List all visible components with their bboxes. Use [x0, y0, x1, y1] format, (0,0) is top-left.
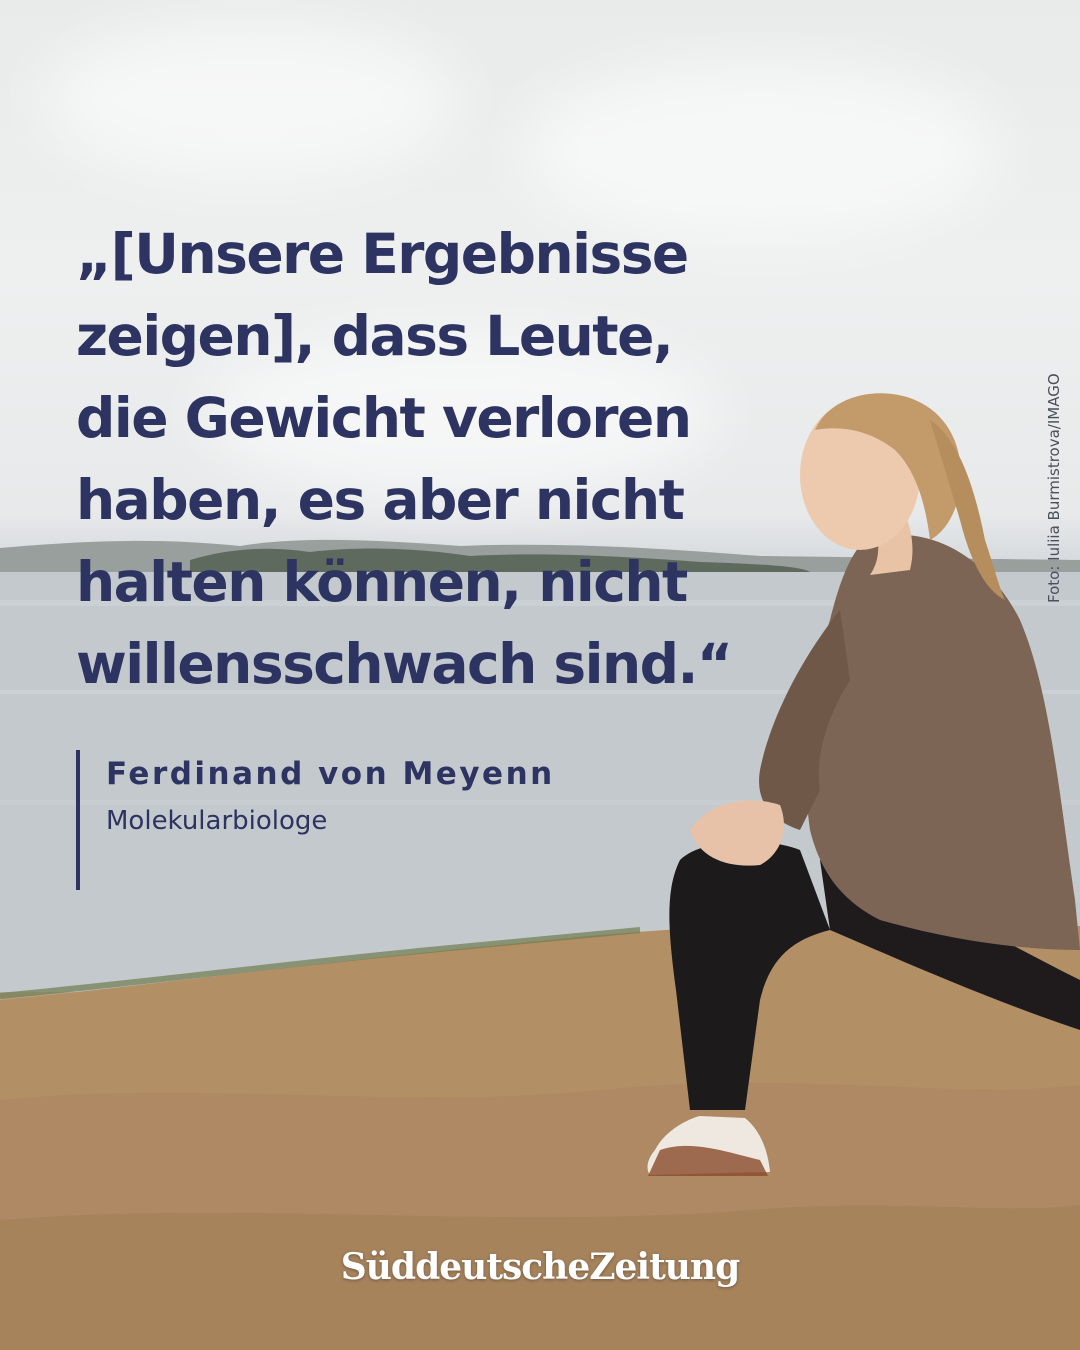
quote-line: willensschwach sind.“ — [76, 632, 733, 696]
quote-line: zeigen], dass Leute, — [76, 304, 674, 368]
quote-card: „[Unsere Ergebnisse zeigen], dass Leute,… — [0, 0, 1080, 1350]
quote-line: halten können, nicht — [76, 550, 688, 614]
attribution-block: Ferdinand von Meyenn Molekularbiologe — [76, 750, 636, 890]
quote-text: „[Unsere Ergebnisse zeigen], dass Leute,… — [76, 213, 796, 705]
quote-line: die Gewicht verloren — [76, 386, 692, 450]
quote-line: haben, es aber nicht — [76, 468, 685, 532]
brand-logo: SüddeutscheZeitung — [340, 1246, 741, 1288]
author-role: Molekularbiologe — [106, 806, 328, 836]
photo-credit: Foto: Iuliia Burmistrova/IMAGO — [1045, 373, 1063, 603]
quote-line: „[Unsere Ergebnisse — [76, 222, 689, 286]
author-name: Ferdinand von Meyenn — [106, 756, 555, 792]
